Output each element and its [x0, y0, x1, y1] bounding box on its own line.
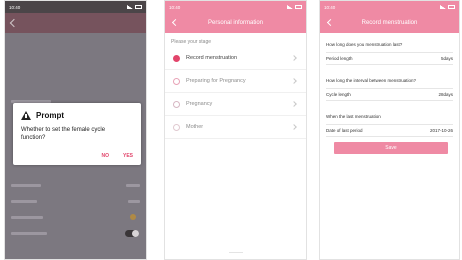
prompt-dialog: Prompt Whether to set the female cycle f…	[13, 103, 141, 165]
record-menstruation-icon	[173, 54, 180, 62]
battery-icon	[135, 5, 142, 9]
status-time: 10:40	[9, 4, 21, 10]
coin-icon	[130, 214, 136, 220]
cycle-length-field[interactable]: Cycle length 28days	[326, 88, 453, 101]
background-row	[11, 181, 140, 189]
period-length-field[interactable]: Period length 5days	[326, 52, 453, 65]
signal-icon	[127, 5, 133, 9]
chevron-right-icon	[291, 124, 297, 130]
toggle-switch[interactable]	[125, 230, 139, 237]
chevron-right-icon	[291, 101, 297, 107]
app-header: Personal information	[165, 13, 306, 33]
field-value: 5days	[440, 56, 453, 61]
stage-item-mother[interactable]: Mother	[165, 116, 306, 139]
status-bar: 10:40	[320, 1, 459, 13]
dialog-title-row: Prompt	[21, 111, 64, 120]
stage-label: Record menstruation	[186, 55, 238, 61]
no-button[interactable]: NO	[101, 153, 109, 159]
back-arrow-icon[interactable]	[171, 18, 180, 27]
pregnancy-icon	[173, 100, 180, 108]
status-time: 10:40	[169, 4, 181, 10]
background-row	[11, 197, 140, 205]
last-period-date-field[interactable]: Date of last period 2017-10-26	[326, 124, 453, 137]
field-label: Period length	[326, 56, 353, 61]
warning-icon	[21, 111, 31, 120]
yes-button[interactable]: YES	[123, 153, 133, 159]
field-value: 2017-10-26	[429, 128, 453, 133]
status-bar: 10:40	[5, 1, 146, 13]
signal-icon	[440, 5, 446, 9]
stage-caption: Please your stage	[171, 39, 212, 45]
save-button[interactable]: Save	[334, 142, 448, 154]
dialog-buttons: NO YES	[101, 153, 133, 159]
field-label: Cycle length	[326, 92, 351, 97]
stage-list: Record menstruation Preparing for Pregna…	[165, 47, 306, 139]
background-row	[11, 229, 140, 237]
phone-screen-prompt: 10:40 Prompt Whether to set the female c…	[4, 0, 147, 260]
back-arrow-icon[interactable]	[9, 18, 19, 28]
chevron-right-icon	[291, 55, 297, 61]
mother-icon	[173, 123, 180, 131]
background-row	[11, 213, 140, 221]
status-icons	[440, 5, 455, 9]
phone-screen-record-menstruation: 10:40 Record menstruation How long does …	[319, 0, 460, 260]
app-header: Record menstruation	[320, 13, 459, 33]
stage-label: Preparing for Pregnancy	[186, 78, 246, 84]
page-title: Personal information	[207, 20, 264, 26]
field-value: 28days	[438, 92, 453, 97]
stage-item-record-menstruation[interactable]: Record menstruation	[165, 47, 306, 70]
home-indicator	[229, 252, 243, 253]
stage-label: Mother	[186, 124, 204, 130]
signal-icon	[287, 5, 293, 9]
chevron-right-icon	[291, 78, 297, 84]
battery-icon	[295, 5, 302, 9]
status-icons	[287, 5, 302, 9]
stage-item-preparing-for-pregnancy[interactable]: Preparing for Pregnancy	[165, 70, 306, 93]
stage-item-pregnancy[interactable]: Pregnancy	[165, 93, 306, 116]
dialog-message: Whether to set the female cycle function…	[21, 127, 106, 141]
app-header	[5, 13, 146, 33]
status-time: 10:40	[324, 4, 336, 10]
status-bar: 10:40	[165, 1, 306, 13]
status-icons	[127, 5, 142, 9]
dialog-title: Prompt	[36, 111, 64, 120]
page-title: Record menstruation	[361, 20, 418, 26]
phone-screen-personal-information: 10:40 Personal information Please your s…	[164, 0, 307, 260]
battery-icon	[448, 5, 455, 9]
stage-label: Pregnancy	[186, 101, 213, 107]
back-arrow-icon[interactable]	[326, 18, 335, 27]
field-label: Date of last period	[326, 128, 363, 133]
pregnancy-preparation-icon	[173, 77, 180, 85]
